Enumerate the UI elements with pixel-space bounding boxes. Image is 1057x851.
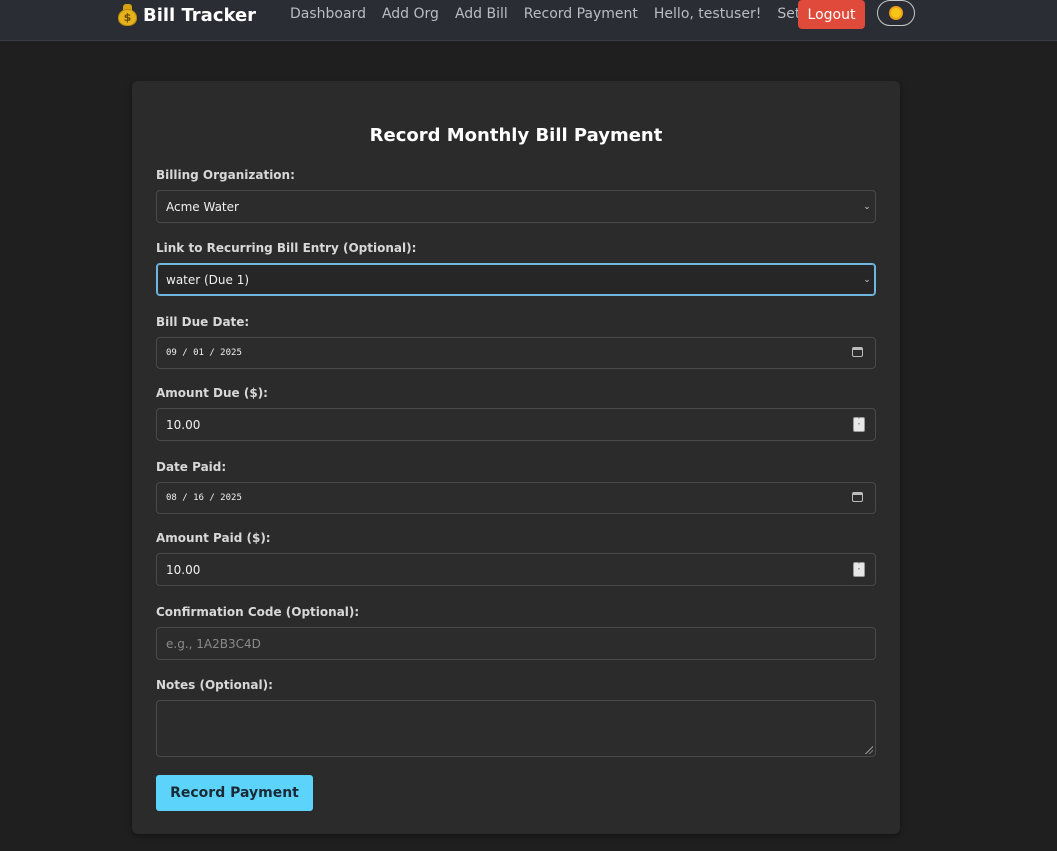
sun-icon [891, 8, 901, 18]
confirmation-input[interactable]: e.g., 1A2B3C4D [156, 627, 876, 660]
amount-due-field: Amount Due ($): 10.00 ˄ ˅ [156, 386, 876, 441]
number-spinner-icon[interactable]: ˄ ˅ [853, 562, 865, 577]
nav-dashboard[interactable]: Dashboard [290, 6, 366, 22]
notes-field: Notes (Optional): [156, 678, 876, 757]
amount-paid-label: Amount Paid ($): [156, 531, 271, 545]
org-select-value: Acme Water [166, 199, 239, 214]
link-field: Link to Recurring Bill Entry (Optional):… [156, 241, 876, 296]
due-date-field: Bill Due Date: 09 / 01 / 2025 [156, 315, 876, 369]
nav-links: Dashboard Add Org Add Bill Record Paymen… [290, 0, 851, 28]
recurring-bill-select-value: water (Due 1) [166, 272, 250, 287]
page-title: Record Monthly Bill Payment [369, 125, 663, 146]
confirmation-placeholder: e.g., 1A2B3C4D [166, 636, 261, 651]
amount-due-input[interactable]: 10.00 ˄ ˅ [156, 408, 876, 441]
confirmation-label: Confirmation Code (Optional): [156, 605, 360, 619]
logout-button[interactable]: Logout [798, 0, 865, 29]
chevron-down-icon: ⌄ [863, 201, 871, 212]
due-date-value: 09 / 01 / 2025 [166, 348, 242, 358]
calendar-icon[interactable] [852, 347, 863, 357]
amount-due-label: Amount Due ($): [156, 386, 268, 400]
brand[interactable]: $ Bill Tracker [118, 4, 256, 26]
due-date-label: Bill Due Date: [156, 315, 250, 329]
confirmation-field: Confirmation Code (Optional): e.g., 1A2B… [156, 605, 876, 660]
notes-textarea[interactable] [156, 700, 876, 757]
nav-user-greeting: Hello, testuser! [653, 6, 762, 22]
top-navbar: $ Bill Tracker Dashboard Add Org Add Bil… [0, 0, 1057, 41]
date-paid-label: Date Paid: [156, 460, 227, 474]
payment-form-card: Record Monthly Bill Payment Billing Orga… [132, 81, 900, 834]
calendar-icon[interactable] [852, 492, 863, 502]
date-paid-value: 08 / 16 / 2025 [166, 493, 242, 503]
amount-paid-value: 10.00 [166, 562, 201, 577]
nav-add-bill[interactable]: Add Bill [455, 6, 508, 22]
notes-label: Notes (Optional): [156, 678, 273, 692]
date-paid-input[interactable]: 08 / 16 / 2025 [156, 482, 876, 514]
link-label: Link to Recurring Bill Entry (Optional): [156, 241, 417, 255]
theme-toggle-button[interactable] [877, 0, 915, 26]
money-bag-icon: $ [118, 4, 137, 26]
amount-paid-input[interactable]: 10.00 ˄ ˅ [156, 553, 876, 586]
record-payment-button[interactable]: Record Payment [156, 775, 313, 811]
date-paid-field: Date Paid: 08 / 16 / 2025 [156, 460, 876, 514]
org-label: Billing Organization: [156, 168, 295, 182]
due-date-input[interactable]: 09 / 01 / 2025 [156, 337, 876, 369]
amount-due-value: 10.00 [166, 417, 201, 432]
number-spinner-icon[interactable]: ˄ ˅ [853, 417, 865, 432]
resize-grip-icon[interactable] [864, 745, 873, 754]
amount-paid-field: Amount Paid ($): 10.00 ˄ ˅ [156, 531, 876, 586]
nav-add-org[interactable]: Add Org [382, 6, 439, 22]
org-select[interactable]: Acme Water ⌄ [156, 190, 876, 223]
nav-record-payment[interactable]: Record Payment [524, 6, 638, 22]
org-field: Billing Organization: Acme Water ⌄ [156, 168, 876, 223]
brand-title: Bill Tracker [143, 4, 257, 26]
recurring-bill-select[interactable]: water (Due 1) ⌄ [156, 263, 876, 296]
chevron-down-icon: ⌄ [863, 274, 871, 285]
